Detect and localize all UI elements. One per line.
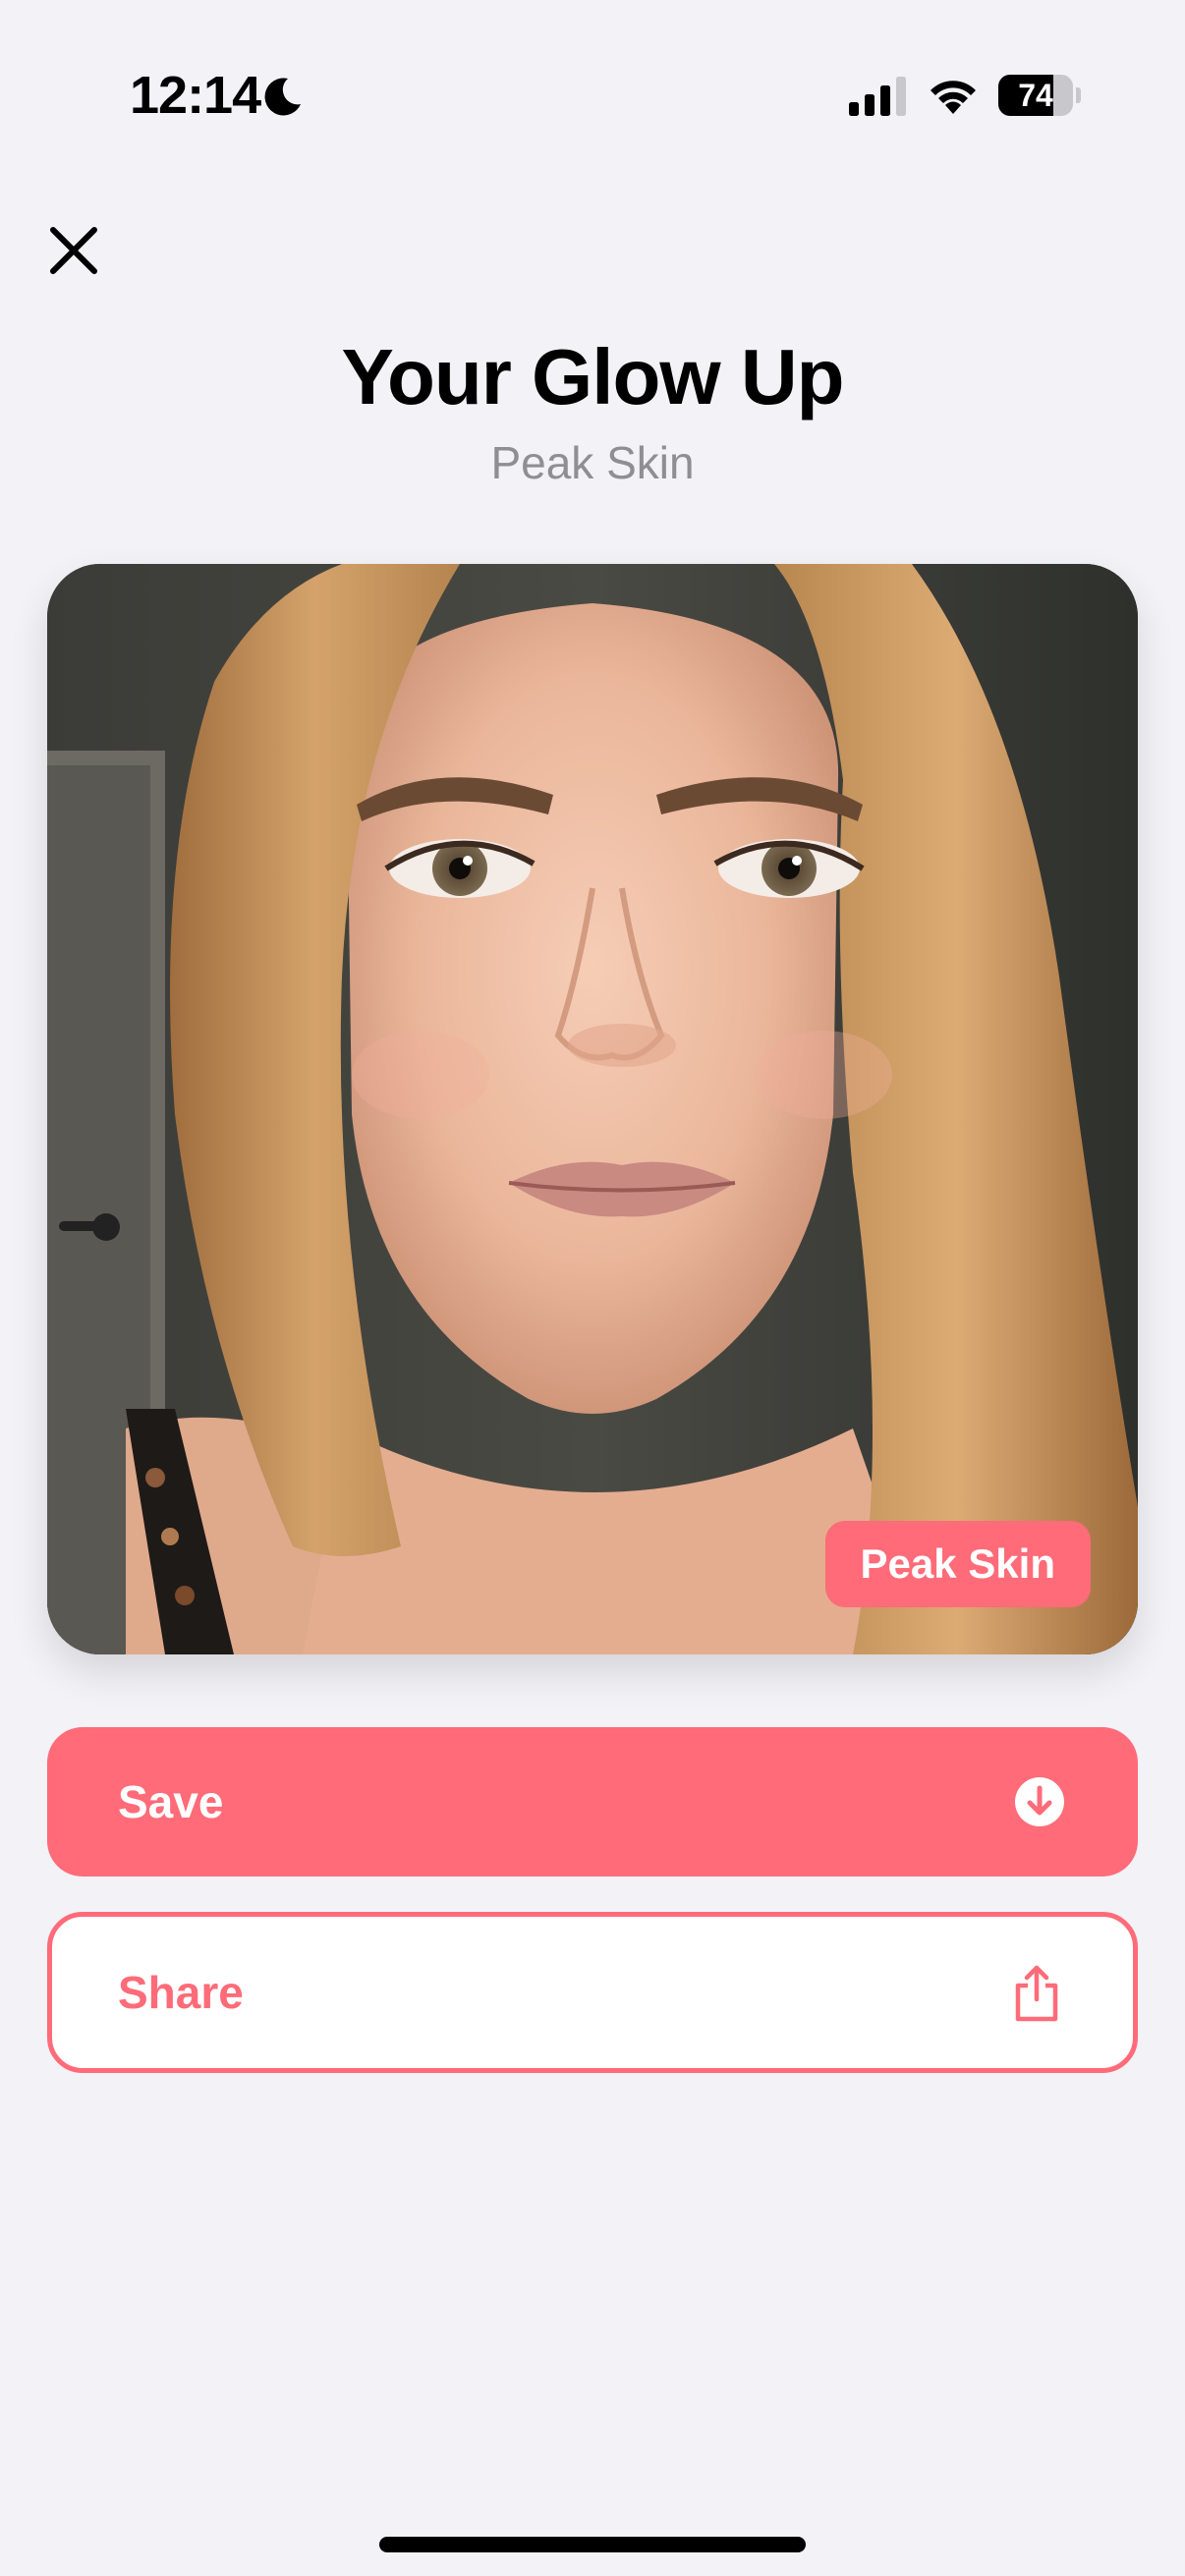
page-title: Your Glow Up [341, 333, 845, 420]
download-circle-icon [1015, 1777, 1064, 1826]
battery-icon: 74 [998, 75, 1081, 116]
result-badge: Peak Skin [824, 1521, 1091, 1607]
glow-up-result-screen: 12:14 74 Your Glow Up Peak Skin Peak Ski… [0, 0, 1185, 2576]
battery-cap [1076, 87, 1081, 103]
save-button-label: Save [118, 1776, 224, 1827]
home-indicator[interactable] [379, 2537, 806, 2552]
save-button[interactable]: Save [47, 1727, 1138, 1876]
portrait-photo [47, 564, 1138, 1654]
status-time: 12:14 [130, 66, 261, 125]
battery-percentage: 74 [1018, 78, 1053, 113]
close-icon[interactable] [43, 220, 104, 281]
moon-icon [264, 78, 301, 116]
glow-up-photo-card: Peak Skin [47, 564, 1138, 1654]
share-button-label: Share [118, 1967, 244, 2018]
page-subtitle: Peak Skin [490, 437, 695, 488]
cellular-signal-icon [849, 77, 906, 116]
share-icon [1015, 1965, 1058, 2022]
battery-body: 74 [998, 75, 1073, 116]
wifi-icon [931, 81, 976, 114]
share-button[interactable]: Share [47, 1912, 1138, 2073]
